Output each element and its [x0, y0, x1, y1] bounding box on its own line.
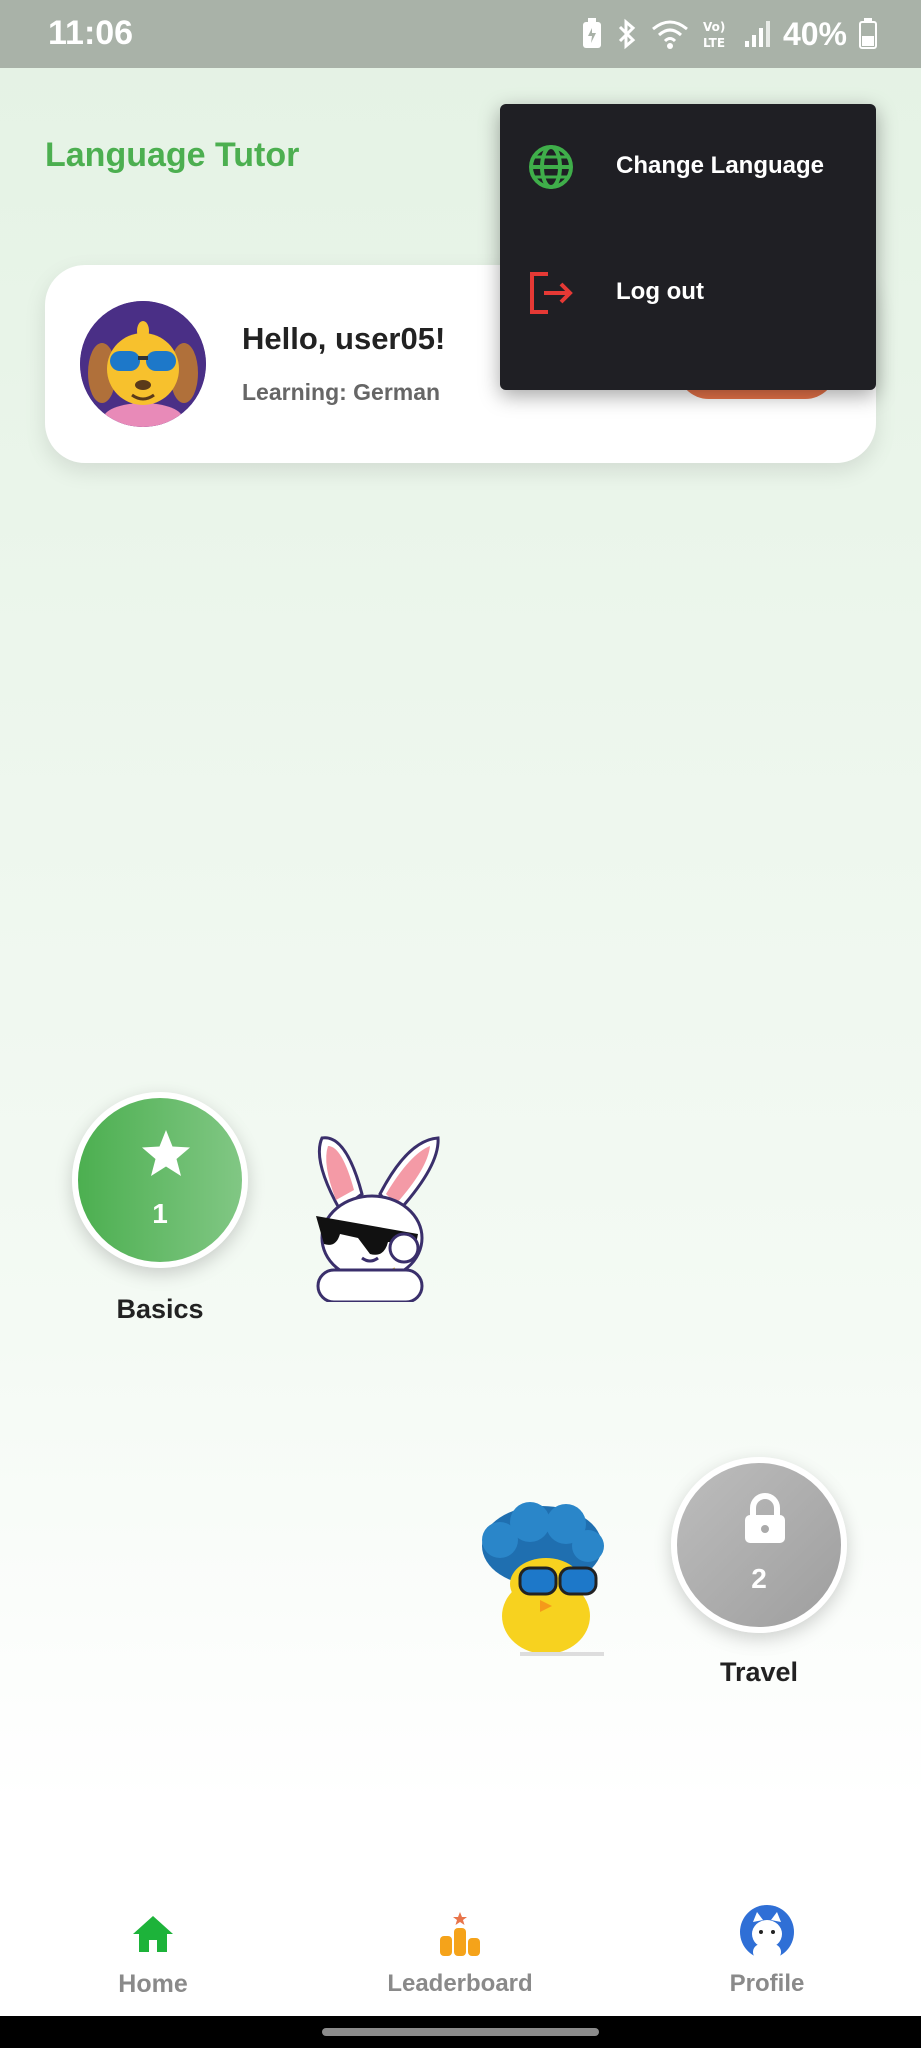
bottom-navigation: Home Leaderboard Profile [0, 1890, 921, 2016]
logout-icon [530, 272, 573, 314]
lesson-node-basics[interactable]: 1 [72, 1092, 248, 1268]
menu-item-change-language[interactable]: Change Language [500, 104, 876, 228]
volte-icon: Vo) LTE [703, 20, 725, 50]
star-icon [142, 1130, 190, 1176]
menu-item-log-out[interactable]: Log out [500, 230, 876, 354]
user-avatar[interactable] [80, 301, 206, 427]
menu-item-label: Log out [616, 278, 704, 305]
leaderboard-icon [440, 1912, 480, 1956]
nav-profile[interactable]: Profile [647, 1890, 887, 2016]
battery-icon [859, 18, 877, 49]
bluetooth-icon [618, 18, 636, 50]
battery-saver-icon [582, 18, 601, 48]
lesson-label: Travel [719, 1657, 799, 1687]
learning-language-text: Learning: German [242, 379, 441, 405]
nav-label: Leaderboard [387, 1970, 533, 1997]
status-time: 11:06 [48, 14, 134, 52]
globe-icon [529, 145, 573, 189]
nav-label: Home [118, 1970, 188, 1998]
home-icon [133, 1916, 173, 1952]
chick-mascot [482, 1502, 604, 1656]
bunny-mascot [316, 1136, 440, 1302]
nav-home[interactable]: Home [33, 1890, 273, 2016]
lesson-number: 2 [751, 1563, 767, 1594]
svg-text:Vo): Vo) [703, 20, 725, 34]
greeting-text: Hello, user05! [242, 321, 446, 356]
lesson-label: Basics [116, 1294, 204, 1324]
profile-avatar-icon [740, 1905, 794, 1960]
dog-avatar-icon [80, 301, 206, 427]
status-bar: 11:06 Vo) LTE 40% [0, 0, 921, 68]
app-title: Language Tutor [45, 136, 300, 174]
signal-icon [744, 21, 770, 47]
system-gesture-bar [0, 2016, 921, 2048]
gesture-handle[interactable] [322, 2028, 599, 2036]
svg-text:LTE: LTE [703, 36, 725, 50]
status-icons: Vo) LTE 40% [581, 14, 877, 54]
nav-label: Profile [729, 1970, 805, 1997]
options-popup-menu: Change Language Log out [500, 104, 876, 390]
lock-icon [745, 1493, 785, 1543]
menu-item-label: Change Language [616, 152, 825, 179]
battery-percentage: 40% [782, 15, 847, 52]
lesson-number: 1 [152, 1198, 168, 1229]
wifi-icon [652, 20, 688, 49]
lesson-node-travel[interactable]: 2 [671, 1457, 847, 1633]
nav-leaderboard[interactable]: Leaderboard [340, 1890, 580, 2016]
